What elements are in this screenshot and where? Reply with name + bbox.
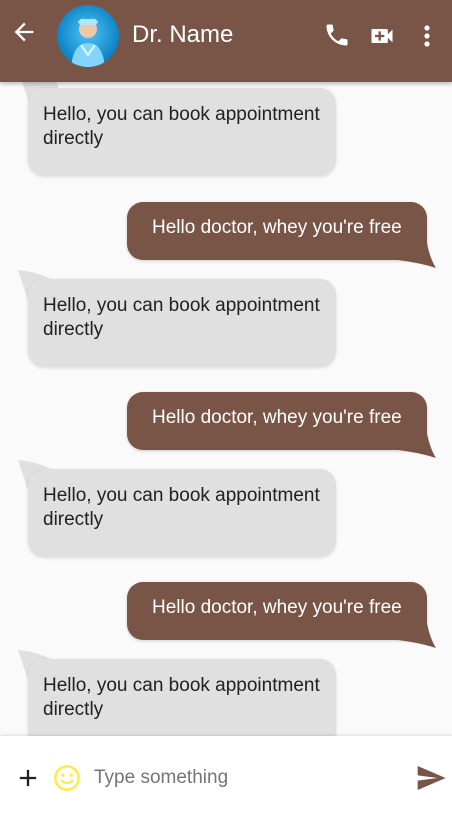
message-text: Hello, you can book appointment directly <box>43 485 320 530</box>
bubble-tail <box>398 238 436 268</box>
app-bar: Dr. Name <box>0 0 452 82</box>
message-text: Hello, you can book appointment directly <box>43 295 320 340</box>
arrow-back-icon[interactable] <box>10 18 38 46</box>
message-bubble: Hello doctor, whey you're free <box>127 582 427 640</box>
message-text: Hello, you can book appointment directly <box>43 104 320 149</box>
avatar[interactable] <box>57 5 119 67</box>
emoji-icon[interactable] <box>53 764 81 792</box>
message-text: Hello doctor, whey you're free <box>152 597 402 618</box>
plus-icon[interactable] <box>14 764 42 792</box>
chat-screen: Dr. Name Hello, you can book appointment… <box>0 0 452 817</box>
more-vert-icon[interactable] <box>417 22 437 50</box>
message-bubble: Hello, you can book appointment directly <box>28 88 336 176</box>
doctor-avatar-image <box>57 5 119 67</box>
message-bubble: Hello, you can book appointment directly <box>28 659 336 736</box>
message-bubble: Hello doctor, whey you're free <box>127 202 427 260</box>
phone-icon[interactable] <box>323 21 351 49</box>
message-composer <box>0 736 452 817</box>
message-bubble: Hello, you can book appointment directly <box>28 279 336 367</box>
message-bubble: Hello, you can book appointment directly <box>28 469 336 557</box>
video-call-icon[interactable] <box>368 22 396 50</box>
bubble-tail <box>398 618 436 648</box>
message-text: Hello, you can book appointment directly <box>43 675 320 720</box>
message-text: Hello doctor, whey you're free <box>152 407 402 428</box>
contact-name: Dr. Name <box>132 21 234 48</box>
message-bubble: Hello doctor, whey you're free <box>127 392 427 450</box>
message-text: Hello doctor, whey you're free <box>152 217 402 238</box>
send-icon[interactable] <box>413 762 449 794</box>
message-list[interactable]: Hello, you can book appointment directly… <box>0 82 452 736</box>
bubble-tail <box>398 428 436 458</box>
message-input[interactable] <box>94 764 394 792</box>
